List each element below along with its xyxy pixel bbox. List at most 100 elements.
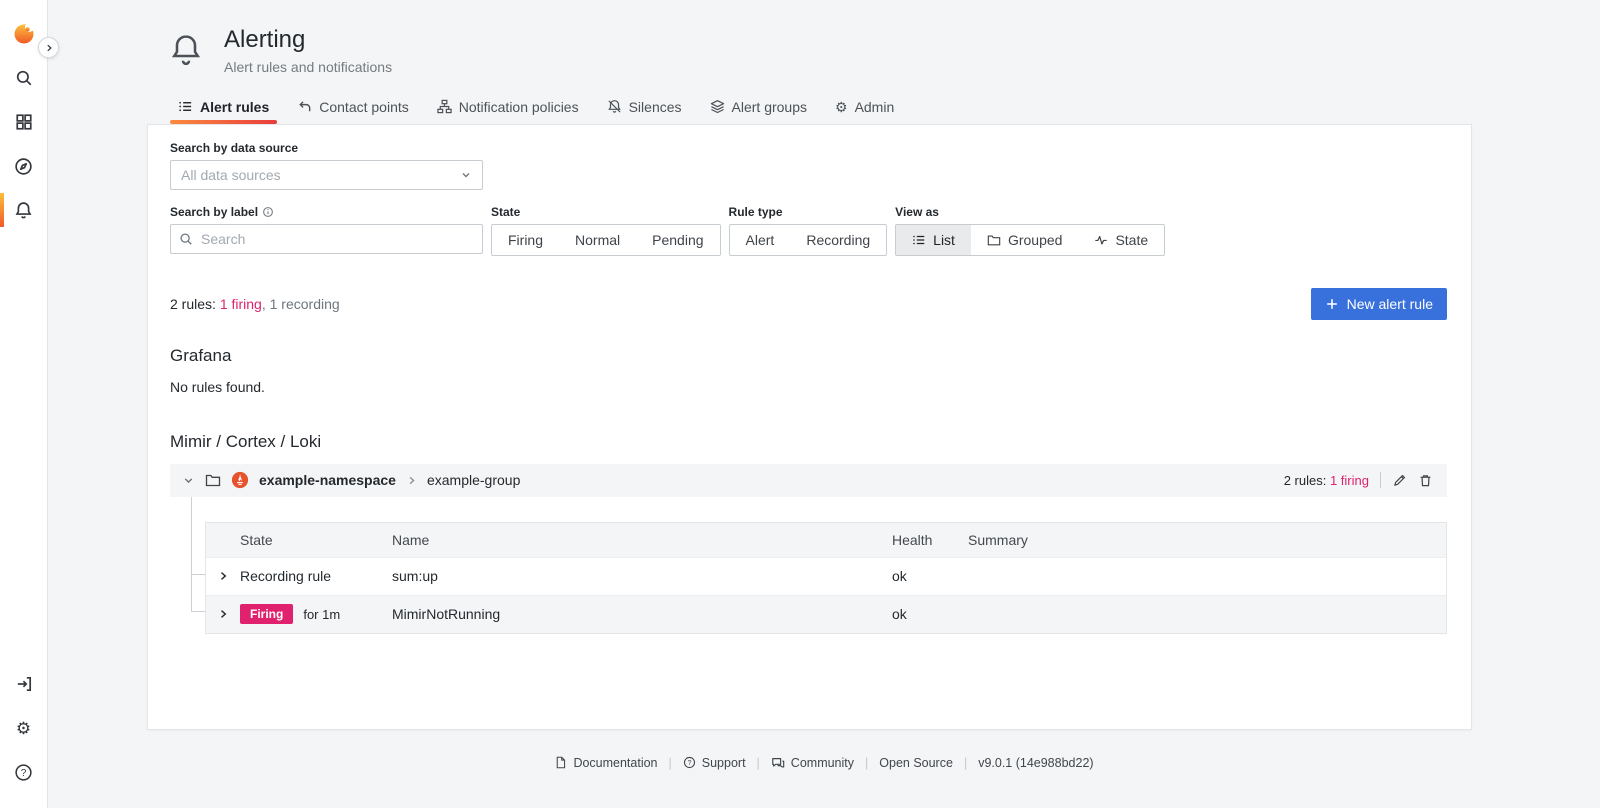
tabbar: Alert rules Contact points Notification … [168,95,1600,124]
pencil-icon [1392,473,1407,488]
svg-text:?: ? [21,768,27,779]
tab-silences[interactable]: Silences [597,95,692,124]
state-pending-button[interactable]: Pending [636,225,719,255]
footer-link-support[interactable]: ? Support [683,756,746,770]
sitemap-icon [437,99,452,114]
rule-health: ok [892,568,968,584]
tab-label: Admin [855,99,895,115]
explore-sidebar-button[interactable] [0,144,48,188]
tab-notification-policies[interactable]: Notification policies [427,95,589,124]
rules-summary-prefix: 2 rules: [170,296,216,312]
group-header-right: 2 rules: 1 firing [1284,472,1433,488]
sidebar-bottom: ⚙ ? [0,662,48,794]
dashboards-sidebar-button[interactable] [0,100,48,144]
page-header: Alerting Alert rules and notifications [48,0,1600,75]
label-search-input[interactable] [199,230,474,248]
tab-contact-points[interactable]: Contact points [287,95,419,124]
rule-health: ok [892,606,968,622]
rule-group-header[interactable]: example-namespace example-group 2 rules:… [170,464,1447,497]
footer: Documentation | ? Support | Community [48,756,1600,770]
main-area: Alerting Alert rules and notifications A… [48,0,1600,808]
tab-label: Alert rules [200,99,269,115]
chevron-right-icon [406,475,417,486]
label-filter: Search by label [170,205,483,254]
sidebar-expand-button[interactable] [38,37,59,58]
expand-row-button[interactable] [206,608,240,620]
group-stats: 2 rules: 1 firing [1284,473,1369,488]
view-as-filter: View as List [895,205,1165,256]
filters-row: Search by label [170,205,1447,256]
settings-sidebar-button[interactable]: ⚙ [0,706,48,750]
rules-summary-firing: 1 firing [220,296,262,312]
alerting-sidebar-button[interactable] [0,188,48,232]
group-stats-prefix: 2 rules: [1284,473,1327,488]
state-firing-button[interactable]: Firing [492,225,559,255]
chevron-right-icon [217,570,229,582]
state-filter: State Firing Normal Pending [491,205,721,256]
column-header-summary: Summary [968,532,1446,548]
state-normal-button[interactable]: Normal [559,225,636,255]
new-alert-rule-label: New alert rule [1347,296,1433,312]
datasource-select[interactable]: All data sources [170,160,483,190]
rule-name: sum:up [392,568,892,584]
rule-type-button-group: Alert Recording [729,224,888,256]
chevron-right-icon [217,608,229,620]
rule-type-recording-button[interactable]: Recording [790,225,886,255]
folder-icon [987,233,1001,247]
rule-state: Firing for 1m [240,604,392,624]
trash-icon [1418,473,1433,488]
table-row: Firing for 1m MimirNotRunning ok [206,595,1446,633]
view-as-filter-label: View as [895,205,1165,219]
label-filter-label: Search by label [170,205,483,219]
view-as-grouped-button[interactable]: Grouped [971,225,1078,255]
tree-connector [191,497,192,611]
divider: | [964,756,967,770]
chevron-down-icon [460,169,472,181]
footer-version-label: v9.0.1 (14e988bd22) [978,756,1093,770]
footer-link-open-source[interactable]: Open Source [879,756,953,770]
search-sidebar-button[interactable] [0,56,48,100]
tab-admin[interactable]: ⚙ Admin [825,95,904,124]
sign-in-icon [15,675,33,693]
view-as-state-button[interactable]: State [1078,225,1164,255]
help-sidebar-button[interactable]: ? [0,750,48,794]
state-filter-label: State [491,205,721,219]
tab-alert-rules[interactable]: Alert rules [168,95,279,124]
group-stats-firing: 1 firing [1330,473,1369,488]
rules-table: State Name Health Summary [205,522,1447,634]
tab-alert-groups[interactable]: Alert groups [700,95,817,124]
search-icon [179,232,193,246]
page-subtitle: Alert rules and notifications [224,59,392,75]
prometheus-icon [231,471,249,489]
rule-type-filter-label: Rule type [729,205,888,219]
expand-row-button[interactable] [206,570,240,582]
compass-icon [14,157,33,176]
label-filter-label-text: Search by label [170,205,258,219]
mimir-section-title: Mimir / Cortex / Loki [170,432,1447,452]
question-circle-icon: ? [683,756,696,769]
tree-connector [191,574,205,575]
delete-group-button[interactable] [1418,473,1433,488]
footer-link-label: Community [791,756,854,770]
rule-type-filter: Rule type Alert Recording [729,205,888,256]
chevron-down-icon[interactable] [182,474,195,487]
column-header-health: Health [892,532,968,548]
list-icon [178,99,193,114]
edit-group-button[interactable] [1392,473,1407,488]
footer-link-community[interactable]: Community [771,756,854,770]
column-header-name: Name [392,532,892,548]
rule-type-alert-button[interactable]: Alert [730,225,791,255]
view-as-list-button[interactable]: List [896,225,971,255]
list-icon [912,233,926,247]
pulse-icon [1094,233,1108,247]
namespace-label: example-namespace [259,472,396,488]
page-header-text: Alerting Alert rules and notifications [224,26,392,75]
new-alert-rule-button[interactable]: New alert rule [1311,288,1447,320]
rules-summary: 2 rules: 1 firing, 1 recording [170,296,340,312]
sign-in-sidebar-button[interactable] [0,662,48,706]
footer-link-documentation[interactable]: Documentation [554,756,657,770]
apps-grid-icon [15,113,33,131]
bell-slash-icon [607,99,622,114]
active-indicator-bar [0,193,4,227]
tree-connector [191,611,205,612]
